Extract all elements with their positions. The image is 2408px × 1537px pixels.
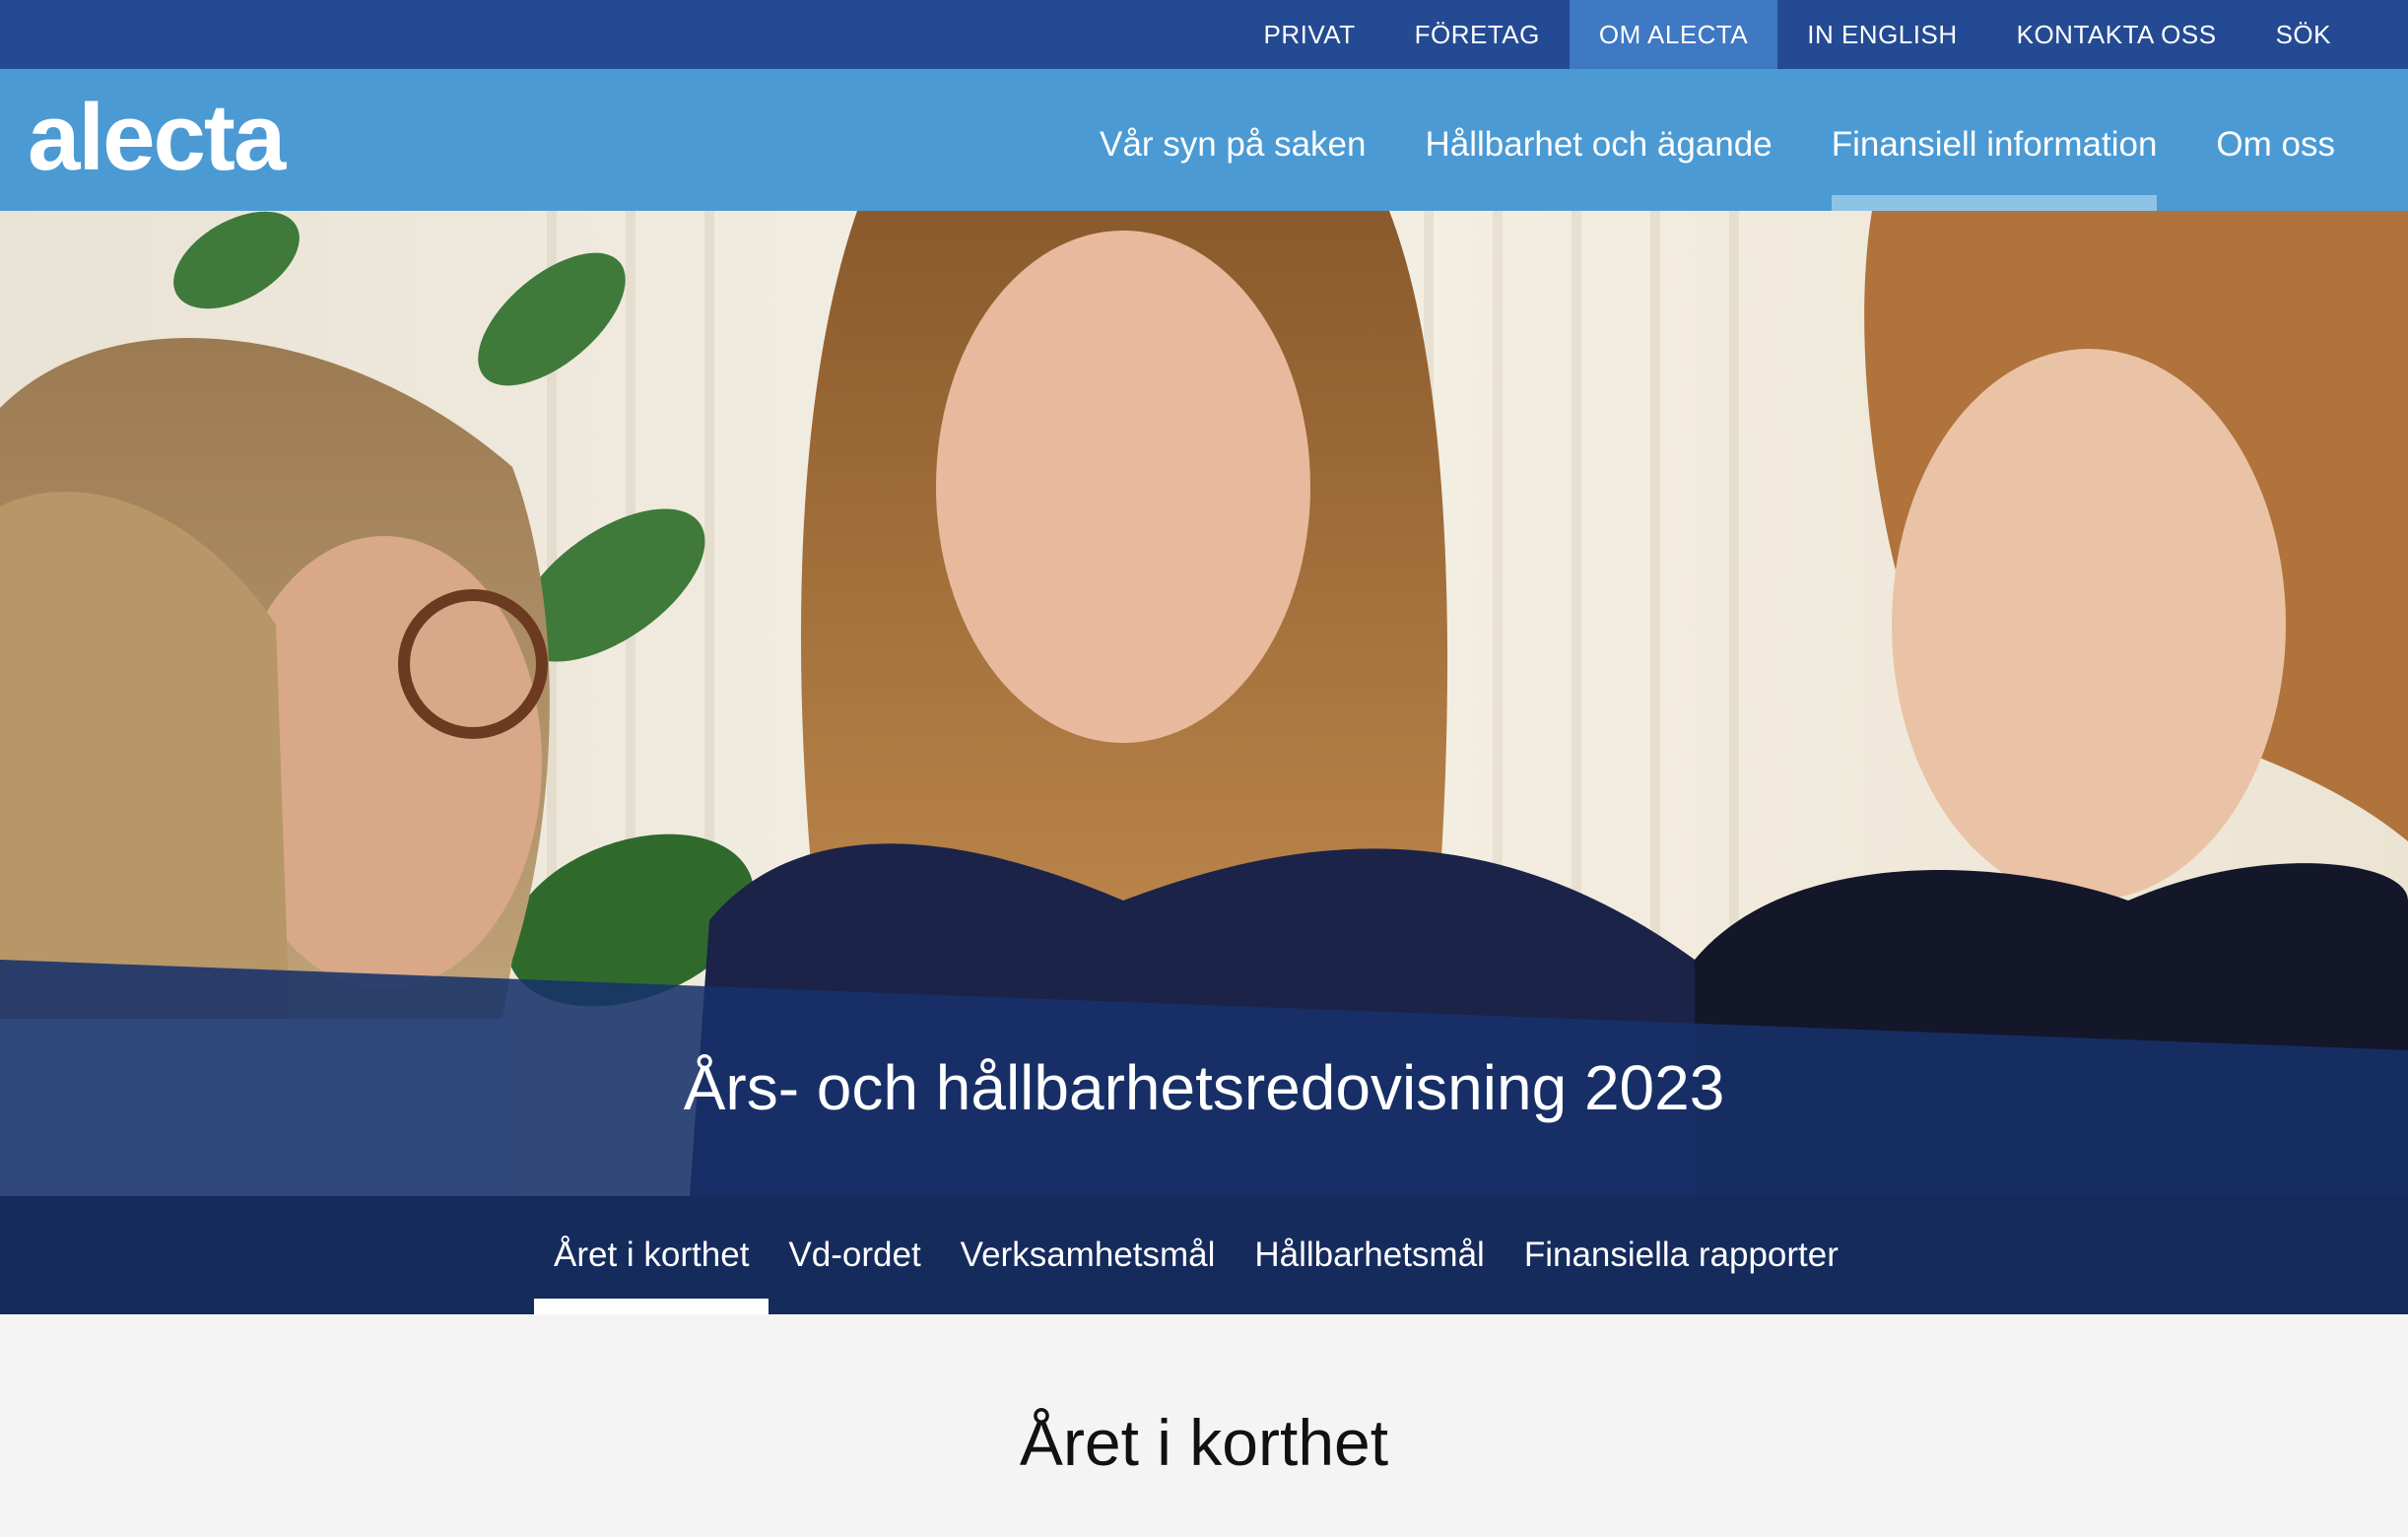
subnav-finansiella-rapporter[interactable]: Finansiella rapporter: [1505, 1196, 1858, 1314]
main-header: alecta Vår syn på saken Hållbarhet och ä…: [0, 69, 2408, 211]
subnav-vd-ordet[interactable]: Vd-ordet: [769, 1196, 940, 1314]
report-subnav: Året i korthet Vd-ordet Verksamhetsmål H…: [0, 1196, 2408, 1314]
hero-title: Års- och hållbarhetsredovisning 2023: [683, 1052, 1725, 1123]
hero-banner: Års- och hållbarhetsredovisning 2023: [0, 211, 2408, 1196]
nav-link-var-syn[interactable]: Vår syn på saken: [1100, 69, 1366, 211]
utility-nav: PRIVAT FÖRETAG OM ALECTA IN ENGLISH KONT…: [1235, 0, 2361, 69]
subnav-aret-i-korthet[interactable]: Året i korthet: [534, 1196, 769, 1314]
topnav-link-in-english[interactable]: IN ENGLISH: [1777, 0, 1986, 69]
topnav-link-foretag[interactable]: FÖRETAG: [1385, 0, 1570, 69]
page-title: Året i korthet: [1019, 1406, 1389, 1479]
subnav-verksamhetsmal[interactable]: Verksamhetsmål: [941, 1196, 1236, 1314]
topnav-link-om-alecta[interactable]: OM ALECTA: [1569, 0, 1778, 69]
main-nav: Vår syn på saken Hållbarhet och ägande F…: [1100, 69, 2335, 211]
topnav-link-privat[interactable]: PRIVAT: [1235, 0, 1385, 69]
main-content: Året i korthet: [0, 1314, 2408, 1537]
topnav-link-sok[interactable]: SÖK: [2246, 0, 2361, 69]
nav-link-finansiell-information[interactable]: Finansiell information: [1831, 69, 2157, 211]
nav-link-om-oss[interactable]: Om oss: [2216, 69, 2335, 211]
subnav-hallbarhetsmal[interactable]: Hållbarhetsmål: [1235, 1196, 1504, 1314]
topnav-link-kontakta-oss[interactable]: KONTAKTA OSS: [1987, 0, 2246, 69]
alecta-logo[interactable]: alecta: [28, 89, 286, 187]
top-utility-bar: PRIVAT FÖRETAG OM ALECTA IN ENGLISH KONT…: [0, 0, 2408, 69]
nav-link-hallbarhet[interactable]: Hållbarhet och ägande: [1425, 69, 1772, 211]
subnav-items: Året i korthet Vd-ordet Verksamhetsmål H…: [534, 1196, 1858, 1314]
